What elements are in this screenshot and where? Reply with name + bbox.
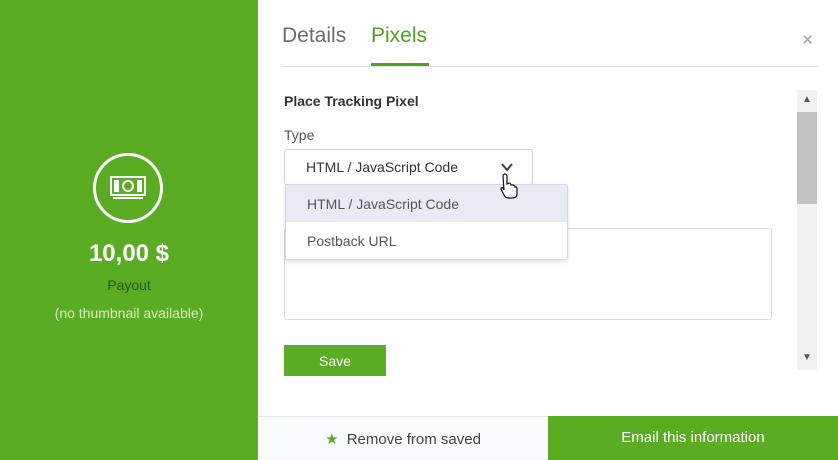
option-html-javascript[interactable]: HTML / JavaScript Code	[286, 185, 567, 222]
remove-from-saved-label: Remove from saved	[346, 431, 481, 448]
payout-amount: 10,00 $	[88, 240, 170, 267]
scrollbar[interactable]: ▲ ▼	[797, 90, 817, 370]
star-icon: ★	[325, 431, 339, 448]
remove-from-saved-button[interactable]: ★ Remove from saved	[258, 416, 548, 460]
payout-label: Payout	[107, 277, 151, 293]
tab-pixels[interactable]: Pixels	[371, 24, 427, 48]
email-information-button[interactable]: Email this information	[548, 416, 838, 460]
close-icon[interactable]: ×	[802, 30, 813, 52]
hand-pointer-icon	[500, 173, 518, 199]
scroll-down-icon[interactable]: ▼	[797, 348, 817, 368]
money-icon	[110, 176, 146, 199]
email-information-label: Email this information	[621, 429, 765, 446]
save-button[interactable]: Save	[284, 345, 386, 376]
section-title: Place Tracking Pixel	[284, 93, 419, 109]
type-label: Type	[284, 127, 315, 143]
chevron-down-icon	[501, 163, 513, 172]
tab-bar: Details Pixels	[282, 0, 818, 67]
option-postback-url[interactable]: Postback URL	[286, 222, 567, 259]
type-select-value: HTML / JavaScript Code	[306, 159, 458, 175]
type-select[interactable]: HTML / JavaScript Code	[284, 149, 533, 185]
offer-summary-panel: 10,00 $ Payout (no thumbnail available)	[0, 0, 258, 460]
tab-details[interactable]: Details	[282, 24, 346, 48]
type-dropdown-menu: HTML / JavaScript Code Postback URL	[285, 184, 568, 260]
scroll-thumb[interactable]	[797, 112, 817, 204]
scroll-up-icon[interactable]: ▲	[797, 90, 817, 110]
offer-icon-circle	[93, 153, 163, 223]
thumbnail-note: (no thumbnail available)	[54, 305, 204, 321]
active-tab-indicator	[371, 63, 429, 66]
